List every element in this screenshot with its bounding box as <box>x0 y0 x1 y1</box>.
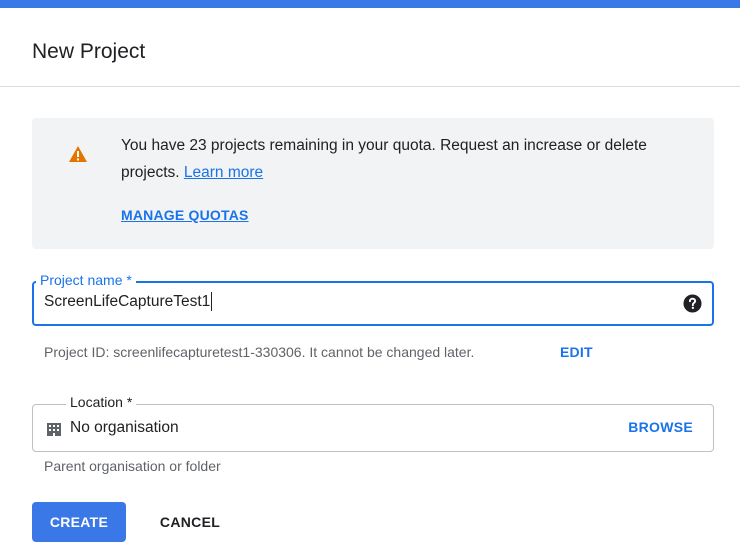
project-name-value: ScreenLifeCaptureTest1 <box>44 292 211 310</box>
page-title: New Project <box>32 40 146 63</box>
location-label: Location * <box>66 393 137 411</box>
learn-more-link[interactable]: Learn more <box>184 164 263 181</box>
title-divider <box>0 86 740 87</box>
cancel-button[interactable]: CANCEL <box>142 502 238 542</box>
building-icon <box>47 423 61 436</box>
new-project-page: New Project You have 23 projects remaini… <box>0 0 740 544</box>
browse-button[interactable]: BROWSE <box>628 419 693 435</box>
project-name-field[interactable]: Project name * ScreenLifeCaptureTest1 <box>32 271 714 326</box>
project-id-hint: Project ID: screenlifecapturetest1-33030… <box>44 344 475 360</box>
top-accent-bar <box>0 0 740 8</box>
text-cursor <box>211 292 213 311</box>
location-hint: Parent organisation or folder <box>44 458 221 474</box>
manage-quotas-link[interactable]: MANAGE QUOTAS <box>121 207 249 223</box>
project-name-input[interactable]: ScreenLifeCaptureTest1 <box>44 292 213 311</box>
warning-icon <box>69 146 87 162</box>
project-name-label: Project name * <box>36 271 136 289</box>
location-value: No organisation <box>70 419 179 436</box>
help-icon[interactable] <box>683 294 702 313</box>
edit-project-id-button[interactable]: EDIT <box>560 344 593 360</box>
location-field[interactable]: Location * No organisation BROWSE <box>32 393 714 452</box>
quota-message: You have 23 projects remaining in your q… <box>121 132 681 186</box>
quota-notice: You have 23 projects remaining in your q… <box>32 118 714 249</box>
create-button[interactable]: CREATE <box>32 502 126 542</box>
